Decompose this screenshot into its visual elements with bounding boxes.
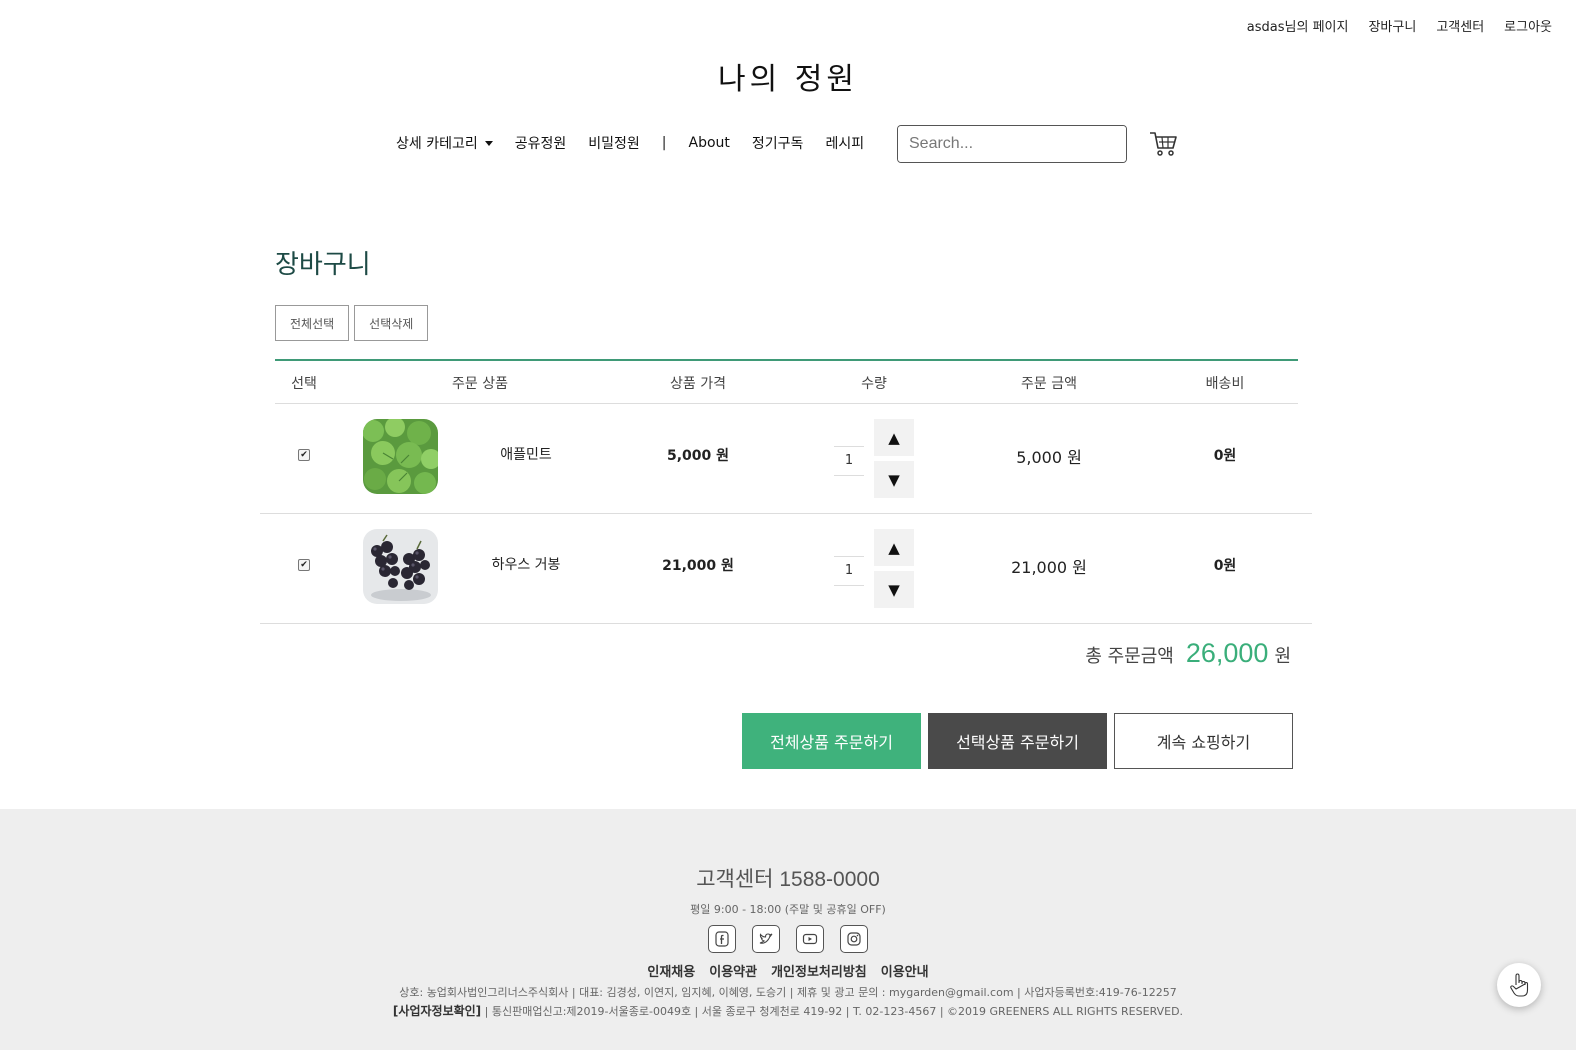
footer-info-line2: [사업자정보확인] | 통신판매업신고:제2019-서울종로-0049호 | 서… bbox=[0, 1002, 1576, 1021]
instagram-icon[interactable] bbox=[840, 925, 868, 953]
quantity-down-button[interactable]: ▼ bbox=[874, 461, 914, 498]
pointer-hand-icon bbox=[1510, 973, 1529, 997]
quantity-up-button[interactable]: ▲ bbox=[874, 419, 914, 456]
site-logo[interactable]: 나의 정원 bbox=[0, 54, 1576, 98]
table-header: 선택 주문 상품 상품 가격 수량 주문 금액 배송비 bbox=[275, 361, 1298, 404]
nav-item-shared-garden[interactable]: 공유정원 bbox=[515, 133, 567, 153]
footer-link-careers[interactable]: 인재채용 bbox=[647, 961, 695, 980]
arrow-up-icon: ▲ bbox=[888, 538, 900, 557]
nav-item-secret-garden[interactable]: 비밀정원 bbox=[588, 133, 640, 153]
order-total: 총 주문금액 26,000 원 bbox=[1085, 638, 1291, 669]
row-checkbox[interactable]: ✔ bbox=[298, 449, 310, 461]
footer-company-info: 상호: 농업회사법인그리너스주식회사 | 대표: 김경성, 이연지, 임지혜, … bbox=[0, 984, 1576, 1021]
youtube-icon[interactable] bbox=[796, 925, 824, 953]
order-selected-button[interactable]: 선택상품 주문하기 bbox=[928, 713, 1107, 769]
footer-link-privacy[interactable]: 개인정보처리방침 bbox=[771, 961, 867, 980]
continue-shopping-button[interactable]: 계속 쇼핑하기 bbox=[1114, 713, 1293, 769]
quantity-value[interactable]: 1 bbox=[834, 556, 864, 586]
order-all-button[interactable]: 전체상품 주문하기 bbox=[742, 713, 921, 769]
order-amount: 21,000 원 bbox=[1011, 558, 1087, 577]
cart-icon[interactable] bbox=[1148, 128, 1178, 158]
customer-center-link[interactable]: 고객센터 bbox=[1436, 16, 1484, 35]
product-name[interactable]: 애플민트 bbox=[500, 444, 552, 464]
product-price: 21,000 원 bbox=[662, 558, 734, 574]
quantity-down-button[interactable]: ▼ bbox=[874, 571, 914, 608]
arrow-down-icon: ▼ bbox=[888, 580, 900, 599]
shipping-fee: 0원 bbox=[1213, 558, 1237, 574]
logout-link[interactable]: 로그아웃 bbox=[1504, 16, 1552, 35]
header-shipping: 배송비 bbox=[1205, 376, 1245, 392]
floating-action-button[interactable] bbox=[1497, 963, 1541, 1007]
quantity-up-button[interactable]: ▲ bbox=[874, 529, 914, 566]
header-quantity: 수량 bbox=[861, 376, 887, 392]
header-select: 선택 bbox=[291, 376, 317, 392]
category-dropdown-label: 상세 카테고리 bbox=[396, 136, 478, 152]
footer-info-line1: 상호: 농업회사법인그리너스주식회사 | 대표: 김경성, 이연지, 임지혜, … bbox=[399, 986, 1177, 999]
top-links: asdas님의 페이지 장바구니 고객센터 로그아웃 bbox=[1247, 16, 1552, 35]
cart-actions: 전체선택 선택삭제 bbox=[275, 305, 429, 341]
cart-link[interactable]: 장바구니 bbox=[1368, 16, 1416, 35]
total-value: 26,000 bbox=[1185, 638, 1269, 668]
arrow-up-icon: ▲ bbox=[888, 428, 900, 447]
footer: 고객센터 1588-0000 평일 9:00 - 18:00 (주말 및 공휴일… bbox=[0, 809, 1576, 1050]
total-unit: 원 bbox=[1274, 646, 1291, 667]
category-dropdown[interactable]: 상세 카테고리 bbox=[396, 133, 493, 153]
search-box: ⌕ bbox=[897, 125, 1127, 163]
footer-link-guide[interactable]: 이용안내 bbox=[881, 961, 929, 980]
row-checkbox[interactable]: ✔ bbox=[298, 559, 310, 571]
order-amount: 5,000 원 bbox=[1016, 448, 1082, 467]
nav-separator: | bbox=[661, 135, 667, 151]
total-label: 총 주문금액 bbox=[1085, 646, 1174, 667]
table-row: ✔ 애플민트 5,000 원 1 ▲ ▼ 5,000 원 0원 bbox=[260, 404, 1312, 514]
product-price: 5,000 원 bbox=[666, 448, 730, 464]
twitter-icon[interactable] bbox=[752, 925, 780, 953]
product-image-grapes[interactable] bbox=[363, 529, 438, 604]
page-title: 장바구니 bbox=[275, 250, 371, 280]
product-image-mint[interactable] bbox=[363, 419, 438, 494]
table-row: ✔ 하우스 거봉 21,000 원 1 ▲ ▼ 21,000 원 0원 bbox=[260, 514, 1312, 624]
nav-item-subscription[interactable]: 정기구독 bbox=[752, 133, 804, 153]
arrow-down-icon: ▼ bbox=[888, 470, 900, 489]
footer-link-terms[interactable]: 이용약관 bbox=[709, 961, 757, 980]
facebook-icon[interactable] bbox=[708, 925, 736, 953]
footer-links: 인재채용 이용약관 개인정보처리방침 이용안내 bbox=[0, 961, 1576, 980]
select-all-button[interactable]: 전체선택 bbox=[275, 305, 350, 341]
business-info-link[interactable]: [사업자정보확인] bbox=[393, 1004, 481, 1018]
shipping-fee: 0원 bbox=[1213, 448, 1237, 464]
social-links bbox=[0, 925, 1576, 953]
product-name[interactable]: 하우스 거봉 bbox=[492, 554, 561, 574]
header-price: 상품 가격 bbox=[670, 376, 726, 392]
main-nav: 상세 카테고리 공유정원 비밀정원 | About 정기구독 레시피 bbox=[396, 124, 886, 162]
search-input[interactable] bbox=[898, 126, 1126, 162]
nav-item-about[interactable]: About bbox=[689, 135, 730, 151]
delete-selected-button[interactable]: 선택삭제 bbox=[354, 305, 429, 341]
quantity-value[interactable]: 1 bbox=[834, 446, 864, 476]
nav-item-recipe[interactable]: 레시피 bbox=[825, 133, 864, 153]
footer-info-line2-text: | 통신판매업신고:제2019-서울종로-0049호 | 서울 종로구 청계천로… bbox=[481, 1005, 1184, 1018]
order-buttons: 전체상품 주문하기 선택상품 주문하기 계속 쇼핑하기 bbox=[742, 713, 1293, 769]
my-page-link[interactable]: asdas님의 페이지 bbox=[1247, 16, 1349, 35]
header-product: 주문 상품 bbox=[452, 376, 508, 392]
header-amount: 주문 금액 bbox=[1021, 376, 1077, 392]
footer-hours: 평일 9:00 - 18:00 (주말 및 공휴일 OFF) bbox=[690, 903, 886, 916]
footer-phone: 고객센터 1588-0000 bbox=[696, 868, 880, 891]
caret-down-icon bbox=[484, 140, 493, 146]
